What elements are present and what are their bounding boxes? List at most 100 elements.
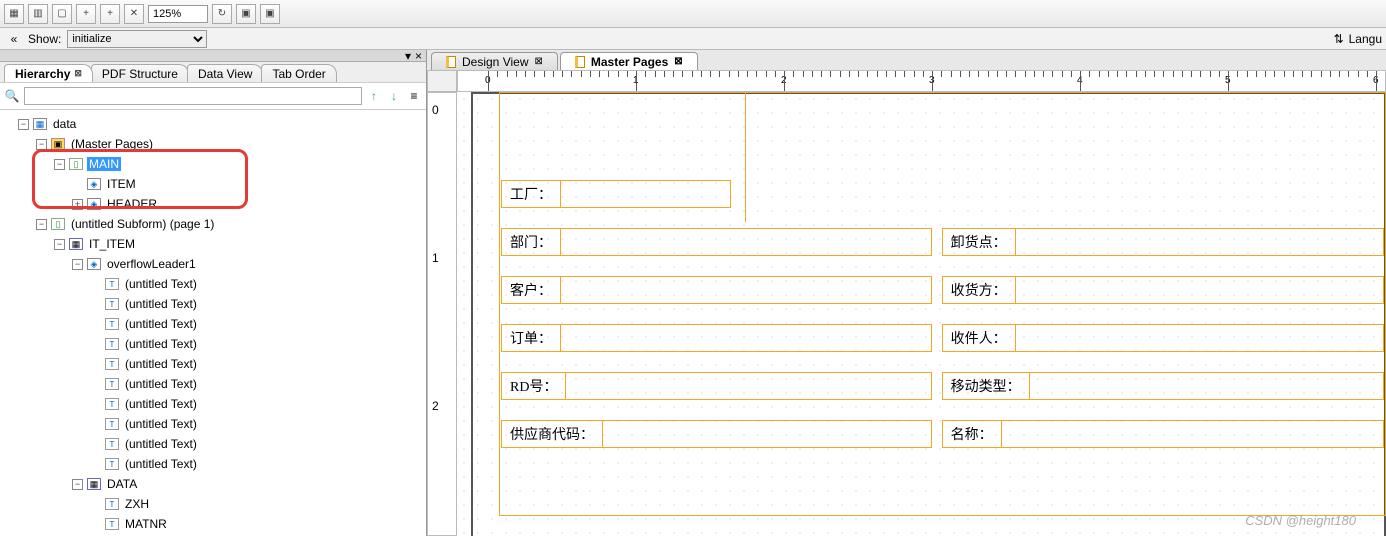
tree-node[interactable]: T(untitled Text)	[0, 274, 426, 294]
form-field[interactable]: 工厂：	[501, 180, 731, 208]
doc-tab-design-view[interactable]: Design View⊠	[431, 52, 558, 70]
collapse-icon[interactable]: −	[36, 139, 47, 150]
tree-node[interactable]: −▦DATA	[0, 474, 426, 494]
collapse-icon[interactable]: «	[6, 31, 22, 47]
form-field[interactable]: 移动类型：	[942, 372, 1384, 400]
node-label: DATA	[105, 477, 139, 491]
stepper-icon[interactable]: ⇅	[1331, 31, 1347, 47]
toolbar-button[interactable]: ▣	[260, 4, 280, 24]
field-value[interactable]	[1030, 373, 1383, 399]
tree-node[interactable]: −▯MAIN	[0, 154, 426, 174]
collapse-icon[interactable]: −	[54, 159, 65, 170]
tree-node[interactable]: T(untitled Text)	[0, 454, 426, 474]
collapse-icon[interactable]: −	[72, 479, 83, 490]
tree-node[interactable]: T(untitled Text)	[0, 394, 426, 414]
tree-node[interactable]: −◈overflowLeader1	[0, 254, 426, 274]
toolbar-button[interactable]: ▣	[236, 4, 256, 24]
tab-hierarchy[interactable]: Hierarchy ⊠	[4, 64, 93, 82]
form-field[interactable]: 供应商代码：	[501, 420, 932, 448]
up-arrow-icon[interactable]: ↑	[366, 88, 382, 104]
txt-icon: T	[105, 278, 119, 290]
form-field[interactable]: 部门：	[501, 228, 932, 256]
refresh-button[interactable]: ↻	[212, 4, 232, 24]
show-select[interactable]: initialize	[67, 30, 207, 48]
tree-view[interactable]: −▦data−▣(Master Pages)−▯MAIN◈ITEM+◈HEADE…	[0, 110, 426, 536]
field-value[interactable]	[1016, 277, 1383, 303]
tree-node[interactable]: T(untitled Text)	[0, 414, 426, 434]
form-field[interactable]: 客户：	[501, 276, 932, 304]
txt-icon: T	[105, 318, 119, 330]
field-value[interactable]	[1016, 325, 1383, 351]
field-value[interactable]	[1016, 229, 1383, 255]
close-icon[interactable]: ⊠	[74, 68, 82, 79]
tree-node[interactable]: −▣(Master Pages)	[0, 134, 426, 154]
collapse-icon[interactable]: −	[18, 119, 29, 130]
document-tabs: Design View⊠ Master Pages ⊠	[427, 50, 1386, 70]
toolbar-button[interactable]: ✕	[124, 4, 144, 24]
toolbar-button[interactable]: ▢	[52, 4, 72, 24]
field-value[interactable]	[561, 181, 730, 207]
collapse-icon[interactable]: −	[36, 219, 47, 230]
dropdown-icon[interactable]: ≡	[406, 88, 422, 104]
tab-label: Hierarchy	[15, 67, 70, 81]
field-label: 名称：	[943, 421, 1002, 447]
expand-icon[interactable]: +	[72, 199, 83, 210]
form-field[interactable]: 订单：	[501, 324, 932, 352]
sub-icon: ◈	[87, 258, 101, 270]
form-field[interactable]: 收件人：	[942, 324, 1384, 352]
doc-tab-master-pages[interactable]: Master Pages ⊠	[560, 52, 698, 70]
close-panel-icon[interactable]: ×	[415, 49, 422, 63]
form-field[interactable]: 收货方：	[942, 276, 1384, 304]
tree-node[interactable]: TMATNR	[0, 514, 426, 534]
field-value[interactable]	[561, 325, 931, 351]
tree-node[interactable]: ◈ITEM	[0, 174, 426, 194]
field-label: 移动类型：	[943, 373, 1030, 399]
toolbar-button[interactable]: ▦	[4, 4, 24, 24]
field-value[interactable]	[1002, 421, 1383, 447]
tree-node[interactable]: T(untitled Text)	[0, 434, 426, 454]
horizontal-ruler[interactable]: 0123456	[457, 70, 1386, 92]
field-value[interactable]	[561, 277, 931, 303]
field-value[interactable]	[566, 373, 930, 399]
tab-label: PDF Structure	[102, 67, 178, 81]
design-canvas[interactable]: 工厂： 部门： 卸货点： 客户： 收货方： 订单： 收件人： RD号： 移动类型： 供应商代码： 名…	[457, 92, 1386, 536]
field-label: 供应商代码：	[502, 421, 603, 447]
field-value[interactable]	[561, 229, 931, 255]
txt-icon: T	[105, 358, 119, 370]
tree-node[interactable]: T(untitled Text)	[0, 354, 426, 374]
form-field[interactable]: 名称：	[942, 420, 1384, 448]
tree-node[interactable]: −▦data	[0, 114, 426, 134]
minimize-icon[interactable]: ▾	[405, 49, 411, 63]
page-icon: ▯	[69, 158, 83, 170]
vertical-ruler[interactable]: 012	[427, 92, 457, 536]
zoom-input[interactable]: 125%	[148, 5, 208, 23]
search-icon[interactable]: 🔍	[4, 88, 20, 104]
data-icon: ▦	[33, 118, 47, 130]
tree-node[interactable]: T(untitled Text)	[0, 314, 426, 334]
search-row: 🔍 ↑ ↓ ≡	[0, 82, 426, 110]
search-input[interactable]	[24, 87, 362, 105]
form-field[interactable]: 卸货点：	[942, 228, 1384, 256]
collapse-icon[interactable]: −	[54, 239, 65, 250]
tab-pdf-structure[interactable]: PDF Structure	[91, 64, 189, 82]
field-value[interactable]	[603, 421, 931, 447]
down-arrow-icon[interactable]: ↓	[386, 88, 402, 104]
toolbar-button[interactable]: +	[76, 4, 96, 24]
tab-label: Master Pages	[591, 55, 668, 69]
tab-tab-order[interactable]: Tab Order	[261, 64, 336, 82]
toolbar-button[interactable]: ▥	[28, 4, 48, 24]
tree-node[interactable]: T(untitled Text)	[0, 294, 426, 314]
node-label: (untitled Text)	[123, 377, 199, 391]
close-icon[interactable]: ⊠	[534, 56, 542, 67]
form-field[interactable]: RD号：	[501, 372, 932, 400]
tree-node[interactable]: −▯(untitled Subform) (page 1)	[0, 214, 426, 234]
tree-node[interactable]: TZXH	[0, 494, 426, 514]
collapse-icon[interactable]: −	[72, 259, 83, 270]
tree-node[interactable]: +◈HEADER	[0, 194, 426, 214]
tree-node[interactable]: T(untitled Text)	[0, 334, 426, 354]
tree-node[interactable]: T(untitled Text)	[0, 374, 426, 394]
tree-node[interactable]: −▦IT_ITEM	[0, 234, 426, 254]
close-icon[interactable]: ⊠	[674, 56, 682, 67]
tab-data-view[interactable]: Data View	[187, 64, 263, 82]
toolbar-button[interactable]: +	[100, 4, 120, 24]
